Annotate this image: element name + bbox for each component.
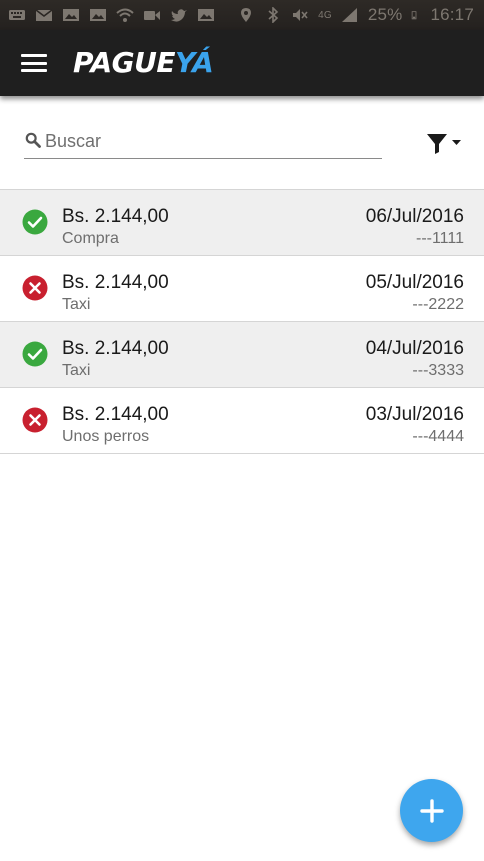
video-icon <box>144 11 160 20</box>
transaction-amount: Bs. 2.144,00 <box>62 206 169 227</box>
transaction-amount: Bs. 2.144,00 <box>62 272 169 293</box>
image-icon <box>90 9 106 21</box>
mute-icon <box>293 9 308 21</box>
transaction-list: Bs. 2.144,00 Compra 06/Jul/2016 ---1111 … <box>0 189 484 454</box>
bluetooth-icon <box>268 7 279 23</box>
transaction-date: 03/Jul/2016 <box>365 404 464 425</box>
menu-button[interactable] <box>16 48 52 78</box>
transaction-amount: Bs. 2.144,00 <box>62 338 169 359</box>
check-icon <box>22 209 48 235</box>
clock: 16:17 <box>430 5 474 24</box>
cross-icon <box>22 407 48 433</box>
check-icon <box>22 341 48 367</box>
cross-icon <box>22 275 48 301</box>
mail-icon <box>35 9 53 21</box>
image-icon <box>198 9 214 21</box>
plus-icon <box>419 798 444 823</box>
transaction-card: ---4444 <box>412 428 464 445</box>
transaction-card: ---2222 <box>412 296 464 313</box>
battery-icon <box>412 11 417 20</box>
transaction-description: Compra <box>62 230 119 247</box>
system-icons: 4G 25% 16:17 <box>237 5 474 25</box>
app-logo: PAGUEYÁ <box>73 46 214 79</box>
add-button[interactable] <box>400 779 463 842</box>
location-icon <box>241 8 252 22</box>
transaction-description: Taxi <box>62 296 91 313</box>
transaction-card: ---1111 <box>415 230 464 247</box>
app-bar: PAGUEYÁ <box>0 30 484 96</box>
keyboard-icon <box>9 10 25 20</box>
list-item[interactable]: Bs. 2.144,00 Taxi 04/Jul/2016 ---3333 <box>0 322 484 388</box>
transaction-date: 06/Jul/2016 <box>365 206 464 227</box>
twitter-icon <box>171 9 187 22</box>
transaction-description: Unos perros <box>62 428 150 445</box>
list-item[interactable]: Bs. 2.144,00 Compra 06/Jul/2016 ---1111 <box>0 190 484 256</box>
notification-icons <box>8 7 215 23</box>
status-bar: 4G 25% 16:17 <box>0 0 484 30</box>
search-icon <box>25 132 41 148</box>
search-input[interactable] <box>45 129 375 153</box>
list-item[interactable]: Bs. 2.144,00 Taxi 05/Jul/2016 ---2222 <box>0 256 484 322</box>
filter-icon[interactable] <box>425 130 465 156</box>
transaction-date: 04/Jul/2016 <box>365 338 464 359</box>
search-field <box>24 126 382 159</box>
menu-icon <box>21 54 47 57</box>
transaction-description: Taxi <box>62 362 91 379</box>
list-item[interactable]: Bs. 2.144,00 Unos perros 03/Jul/2016 ---… <box>0 388 484 454</box>
network-label: 4G <box>318 9 332 21</box>
transaction-amount: Bs. 2.144,00 <box>62 404 169 425</box>
signal-icon <box>341 8 357 22</box>
image-icon <box>63 9 79 21</box>
transaction-card: ---3333 <box>412 362 464 379</box>
wifi-icon <box>116 8 134 22</box>
transaction-date: 05/Jul/2016 <box>365 272 464 293</box>
search-row <box>0 118 484 164</box>
battery-percent: 25% <box>367 5 403 24</box>
